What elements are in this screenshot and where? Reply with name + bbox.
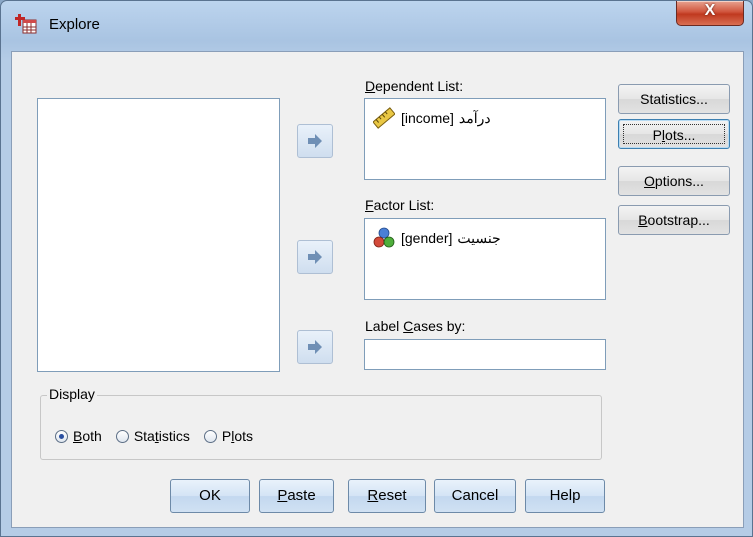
paste-button[interactable]: Paste xyxy=(259,479,334,513)
statistics-button-label: Statistics... xyxy=(640,91,708,107)
ok-button-label: OK xyxy=(199,487,221,504)
arrow-right-icon xyxy=(308,340,322,354)
label-cases-label: Label Cases by: xyxy=(365,318,466,334)
close-button[interactable]: X xyxy=(676,1,744,26)
dependent-list[interactable]: [income] درآمد xyxy=(364,98,606,180)
display-plots-label: Plots xyxy=(221,428,253,444)
move-to-dependent-button[interactable] xyxy=(297,124,333,158)
window-title: Explore xyxy=(49,16,100,33)
factor-list-label: Factor List: xyxy=(365,197,435,213)
ruler-scale-icon xyxy=(372,107,396,129)
arrow-right-icon xyxy=(308,250,322,264)
help-button[interactable]: Help xyxy=(525,479,605,513)
bootstrap-button[interactable]: Bootstrap... xyxy=(618,205,730,235)
list-item[interactable]: [income] درآمد xyxy=(372,107,491,129)
radio-selected-icon xyxy=(55,429,68,443)
explore-dialog: Explore X Dependent List: [income] درآمد… xyxy=(0,0,753,537)
display-statistics-label: Statistics xyxy=(133,428,190,444)
display-both-radio[interactable]: Both xyxy=(55,428,102,444)
reset-button-label: Reset xyxy=(367,487,407,504)
variable-label: درآمد xyxy=(458,109,491,126)
display-legend: Display xyxy=(47,386,97,402)
display-plots-radio[interactable]: Plots xyxy=(203,428,253,444)
display-both-label: Both xyxy=(73,428,102,444)
variable-label: جنسیت xyxy=(457,229,501,246)
list-item[interactable]: [gender] جنسیت xyxy=(373,227,501,249)
title-bar[interactable]: Explore X xyxy=(1,1,752,51)
dependent-list-label: Dependent List: xyxy=(365,78,464,94)
bootstrap-button-label: Bootstrap... xyxy=(638,212,710,228)
display-radio-row: Both Statistics Plots xyxy=(55,428,267,444)
variable-name: [gender] xyxy=(401,230,453,246)
reset-button[interactable]: Reset xyxy=(348,479,426,513)
source-variable-list[interactable] xyxy=(37,98,280,372)
statistics-button[interactable]: Statistics... xyxy=(618,84,730,114)
ok-button[interactable]: OK xyxy=(170,479,250,513)
radio-unselected-icon xyxy=(203,429,217,443)
variable-name: [income] xyxy=(401,110,454,126)
dialog-client-area: Dependent List: [income] درآمد Factor Li… xyxy=(11,51,744,528)
cancel-button-label: Cancel xyxy=(451,487,499,504)
factor-list[interactable]: [gender] جنسیت xyxy=(364,218,606,300)
radio-unselected-icon xyxy=(115,429,129,443)
options-button[interactable]: Options... xyxy=(618,166,730,196)
nominal-balls-icon xyxy=(373,227,395,249)
cancel-button[interactable]: Cancel xyxy=(434,479,516,513)
explore-app-icon xyxy=(15,13,37,35)
label-cases-field[interactable] xyxy=(364,339,606,370)
move-to-factor-button[interactable] xyxy=(297,240,333,274)
plots-button[interactable]: Plots... xyxy=(618,119,730,149)
paste-button-label: Paste xyxy=(277,487,316,504)
move-to-label-cases-button[interactable] xyxy=(297,330,333,364)
display-statistics-radio[interactable]: Statistics xyxy=(115,428,190,444)
plots-button-label: Plots... xyxy=(623,124,725,144)
arrow-right-icon xyxy=(308,134,322,148)
help-button-label: Help xyxy=(549,487,581,504)
close-icon: X xyxy=(704,2,716,19)
options-button-label: Options... xyxy=(644,173,704,189)
display-group: Display Both Statistics Plots xyxy=(40,386,602,460)
